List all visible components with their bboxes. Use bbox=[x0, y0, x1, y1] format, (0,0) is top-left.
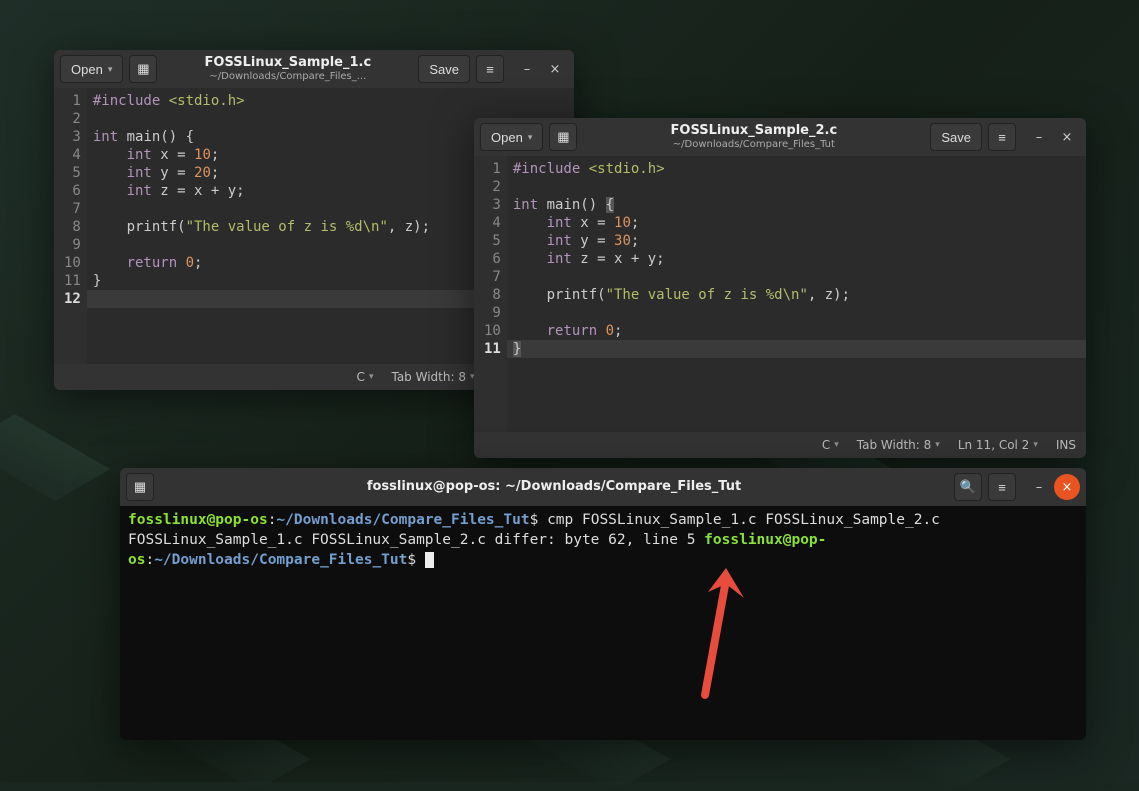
tab-width-selector[interactable]: Tab Width: 8▾ bbox=[391, 370, 474, 384]
open-button[interactable]: Open ▾ bbox=[60, 55, 123, 83]
hamburger-icon: ≡ bbox=[486, 62, 494, 77]
hamburger-menu-button[interactable]: ≡ bbox=[988, 123, 1016, 151]
editor-window-2: Open ▾ ▦ FOSSLinux_Sample_2.c ~/Downloads… bbox=[474, 118, 1086, 458]
new-tab-button[interactable]: ▦ bbox=[129, 55, 157, 83]
titlebar[interactable]: Open ▾ ▦ FOSSLinux_Sample_2.c ~/Downloads… bbox=[474, 118, 1086, 156]
chevron-down-icon: ▾ bbox=[108, 64, 113, 75]
open-label: Open bbox=[491, 130, 523, 145]
window-subtitle: ~/Downloads/Compare_Files_Tut bbox=[583, 139, 924, 150]
status-bar: C▾ Tab Width: 8▾ Ln 11, Col 2 ▾ INS bbox=[474, 432, 1086, 458]
close-button[interactable]: × bbox=[1054, 474, 1080, 500]
titlebar[interactable]: Open ▾ ▦ FOSSLinux_Sample_1.c ~/Downloads… bbox=[54, 50, 574, 88]
line-number-gutter: 123456789101112 bbox=[54, 88, 87, 364]
window-subtitle: ~/Downloads/Compare_Files_... bbox=[163, 71, 412, 82]
window-title: FOSSLinux_Sample_1.c bbox=[163, 56, 412, 70]
close-button[interactable]: × bbox=[542, 56, 568, 82]
cursor-position[interactable]: Ln 11, Col 2 ▾ bbox=[958, 438, 1038, 452]
save-button[interactable]: Save bbox=[418, 55, 470, 83]
title-area: FOSSLinux_Sample_2.c ~/Downloads/Compare… bbox=[583, 124, 924, 149]
title-area: FOSSLinux_Sample_1.c ~/Downloads/Compare… bbox=[163, 56, 412, 81]
hamburger-menu-button[interactable]: ≡ bbox=[476, 55, 504, 83]
close-button[interactable]: × bbox=[1054, 124, 1080, 150]
terminal-output[interactable]: fosslinux@pop-os:~/Downloads/Compare_Fil… bbox=[120, 506, 1086, 740]
terminal-output-line: FOSSLinux_Sample_1.c FOSSLinux_Sample_2.… bbox=[128, 532, 695, 548]
new-tab-icon: ▦ bbox=[557, 129, 569, 145]
search-button[interactable]: 🔍 bbox=[954, 473, 982, 501]
save-button[interactable]: Save bbox=[930, 123, 982, 151]
titlebar[interactable]: ▦ fosslinux@pop-os: ~/Downloads/Compare_… bbox=[120, 468, 1086, 506]
window-title: FOSSLinux_Sample_2.c bbox=[583, 124, 924, 138]
language-selector[interactable]: C▾ bbox=[822, 438, 839, 452]
open-label: Open bbox=[71, 62, 103, 77]
minimize-button[interactable]: – bbox=[1026, 124, 1052, 150]
new-tab-button[interactable]: ▦ bbox=[549, 123, 577, 151]
terminal-command: cmp FOSSLinux_Sample_1.c FOSSLinux_Sampl… bbox=[547, 512, 940, 528]
new-tab-button[interactable]: ▦ bbox=[126, 473, 154, 501]
open-button[interactable]: Open ▾ bbox=[480, 123, 543, 151]
line-number-gutter: 1234567891011 bbox=[474, 156, 507, 432]
minimize-button[interactable]: – bbox=[514, 56, 540, 82]
code-content[interactable]: #include <stdio.h> int main() { int x = … bbox=[507, 156, 1086, 432]
editor-area[interactable]: 1234567891011 #include <stdio.h> int mai… bbox=[474, 156, 1086, 432]
window-title: fosslinux@pop-os: ~/Downloads/Compare_Fi… bbox=[160, 480, 948, 494]
chevron-down-icon: ▾ bbox=[528, 132, 533, 143]
insert-mode[interactable]: INS bbox=[1056, 438, 1076, 452]
language-selector[interactable]: C▾ bbox=[357, 370, 374, 384]
new-tab-icon: ▦ bbox=[134, 479, 146, 495]
hamburger-menu-button[interactable]: ≡ bbox=[988, 473, 1016, 501]
search-icon: 🔍 bbox=[960, 479, 976, 495]
minimize-button[interactable]: – bbox=[1026, 474, 1052, 500]
new-tab-icon: ▦ bbox=[137, 61, 149, 77]
terminal-cursor bbox=[425, 552, 434, 568]
hamburger-icon: ≡ bbox=[998, 130, 1006, 145]
tab-width-selector[interactable]: Tab Width: 8▾ bbox=[857, 438, 940, 452]
terminal-window: ▦ fosslinux@pop-os: ~/Downloads/Compare_… bbox=[120, 468, 1086, 740]
hamburger-icon: ≡ bbox=[998, 480, 1006, 495]
title-area: fosslinux@pop-os: ~/Downloads/Compare_Fi… bbox=[160, 480, 948, 494]
